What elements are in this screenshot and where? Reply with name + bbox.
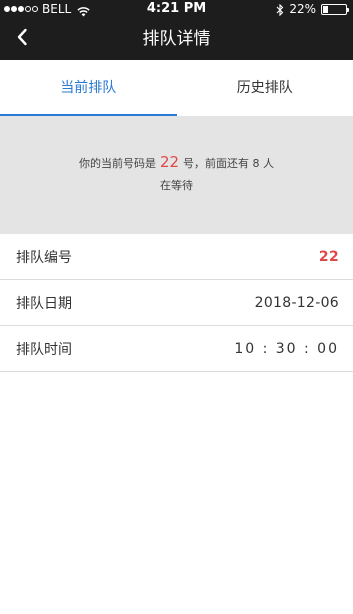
detail-label: 排队编号 <box>16 249 72 266</box>
detail-label: 排队日期 <box>16 295 72 312</box>
top-bar: BELL 4:21 PM 22% 排队详情 <box>0 0 353 60</box>
battery-percent: 22% <box>289 2 316 16</box>
detail-value: 2018-12-06 <box>254 294 339 311</box>
screen: BELL 4:21 PM 22% 排队详情 当前排队 历史排队 你的当前号码是 … <box>0 0 353 614</box>
queue-status-line: 你的当前号码是 22 号，前面还有 8 人 <box>0 153 353 173</box>
detail-row-time: 排队时间 10 : 30 : 00 <box>0 326 353 372</box>
queue-number-highlight: 22 <box>159 153 180 171</box>
queue-status-suffix: 号，前面还有 8 人 <box>183 157 275 170</box>
detail-value: 10 : 30 : 00 <box>234 340 339 357</box>
queue-status-waiting: 在等待 <box>160 179 193 192</box>
status-bar: BELL 4:21 PM 22% <box>0 0 353 18</box>
queue-info-panel: 你的当前号码是 22 号，前面还有 8 人 在等待 <box>0 116 353 234</box>
detail-row-number: 排队编号 22 <box>0 234 353 280</box>
tab-bar: 当前排队 历史排队 <box>0 60 353 116</box>
battery-fill <box>323 5 328 13</box>
tab-queue-history[interactable]: 历史排队 <box>177 60 353 116</box>
queue-detail-list: 排队编号 22 排队日期 2018-12-06 排队时间 10 : 30 : 0… <box>0 234 353 372</box>
bluetooth-icon <box>276 3 284 17</box>
queue-status-prefix: 你的当前号码是 <box>78 157 156 170</box>
detail-label: 排队时间 <box>16 341 72 358</box>
status-right: 22% <box>276 0 349 18</box>
detail-row-date: 排队日期 2018-12-06 <box>0 280 353 326</box>
tab-current-queue[interactable]: 当前排队 <box>0 60 177 116</box>
page-title: 排队详情 <box>142 29 211 49</box>
detail-value: 22 <box>318 248 339 265</box>
nav-bar: 排队详情 <box>0 18 353 60</box>
battery-icon <box>321 3 349 15</box>
